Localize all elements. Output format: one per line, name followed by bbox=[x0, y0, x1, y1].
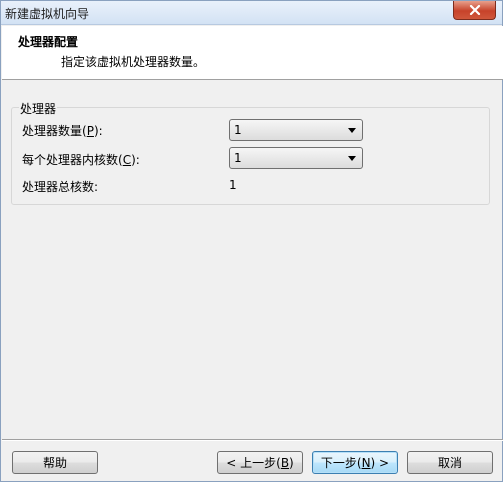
page-subtitle: 指定该虚拟机处理器数量。 bbox=[61, 55, 206, 69]
cores-label-prefix: 每个处理器内核数( bbox=[22, 153, 123, 167]
window-title: 新建虚拟机向导 bbox=[5, 7, 90, 21]
processor-count-label-prefix: 处理器数量( bbox=[22, 124, 87, 138]
chevron-down-icon bbox=[348, 156, 356, 161]
processor-count-label: 处理器数量(P): bbox=[22, 122, 103, 139]
processor-count-accelerator: P bbox=[86, 124, 94, 138]
cores-per-processor-value: 1 bbox=[234, 151, 242, 165]
wizard-window: 新建虚拟机向导 处理器配置 指定该虚拟机处理器数量。 处理器 处理器数量(P):… bbox=[0, 0, 503, 482]
close-icon bbox=[469, 5, 481, 15]
back-label-suffix: ) bbox=[289, 455, 294, 470]
cancel-button[interactable]: 取消 bbox=[407, 451, 493, 474]
back-label-prefix: < 上一步( bbox=[226, 456, 281, 470]
cores-per-processor-label: 每个处理器内核数(C): bbox=[22, 151, 140, 168]
close-button[interactable] bbox=[453, 1, 496, 20]
processor-count-label-suffix: ): bbox=[93, 124, 103, 138]
processor-count-value: 1 bbox=[234, 123, 242, 137]
help-button[interactable]: 帮助 bbox=[12, 451, 98, 474]
cores-per-processor-select[interactable]: 1 bbox=[229, 147, 363, 169]
next-accelerator: N bbox=[361, 455, 371, 470]
chevron-down-icon bbox=[348, 128, 356, 133]
back-accelerator: B bbox=[280, 455, 290, 470]
title-bar[interactable]: 新建虚拟机向导 bbox=[1, 1, 502, 25]
next-button[interactable]: 下一步(N) > bbox=[312, 451, 398, 474]
next-label-suffix: ) > bbox=[370, 455, 390, 470]
processor-group-title: 处理器 bbox=[19, 100, 58, 117]
cores-accelerator: C bbox=[122, 153, 132, 167]
processor-count-select[interactable]: 1 bbox=[229, 119, 363, 141]
next-label-prefix: 下一步( bbox=[320, 456, 362, 470]
total-cores-value: 1 bbox=[229, 178, 237, 192]
footer-divider bbox=[2, 439, 503, 441]
total-cores-label: 处理器总核数: bbox=[22, 180, 99, 194]
page-title: 处理器配置 bbox=[18, 35, 79, 49]
wizard-header: 处理器配置 指定该虚拟机处理器数量。 bbox=[2, 26, 503, 80]
back-button[interactable]: < 上一步(B) bbox=[217, 451, 303, 474]
cores-label-suffix: ): bbox=[131, 153, 140, 167]
